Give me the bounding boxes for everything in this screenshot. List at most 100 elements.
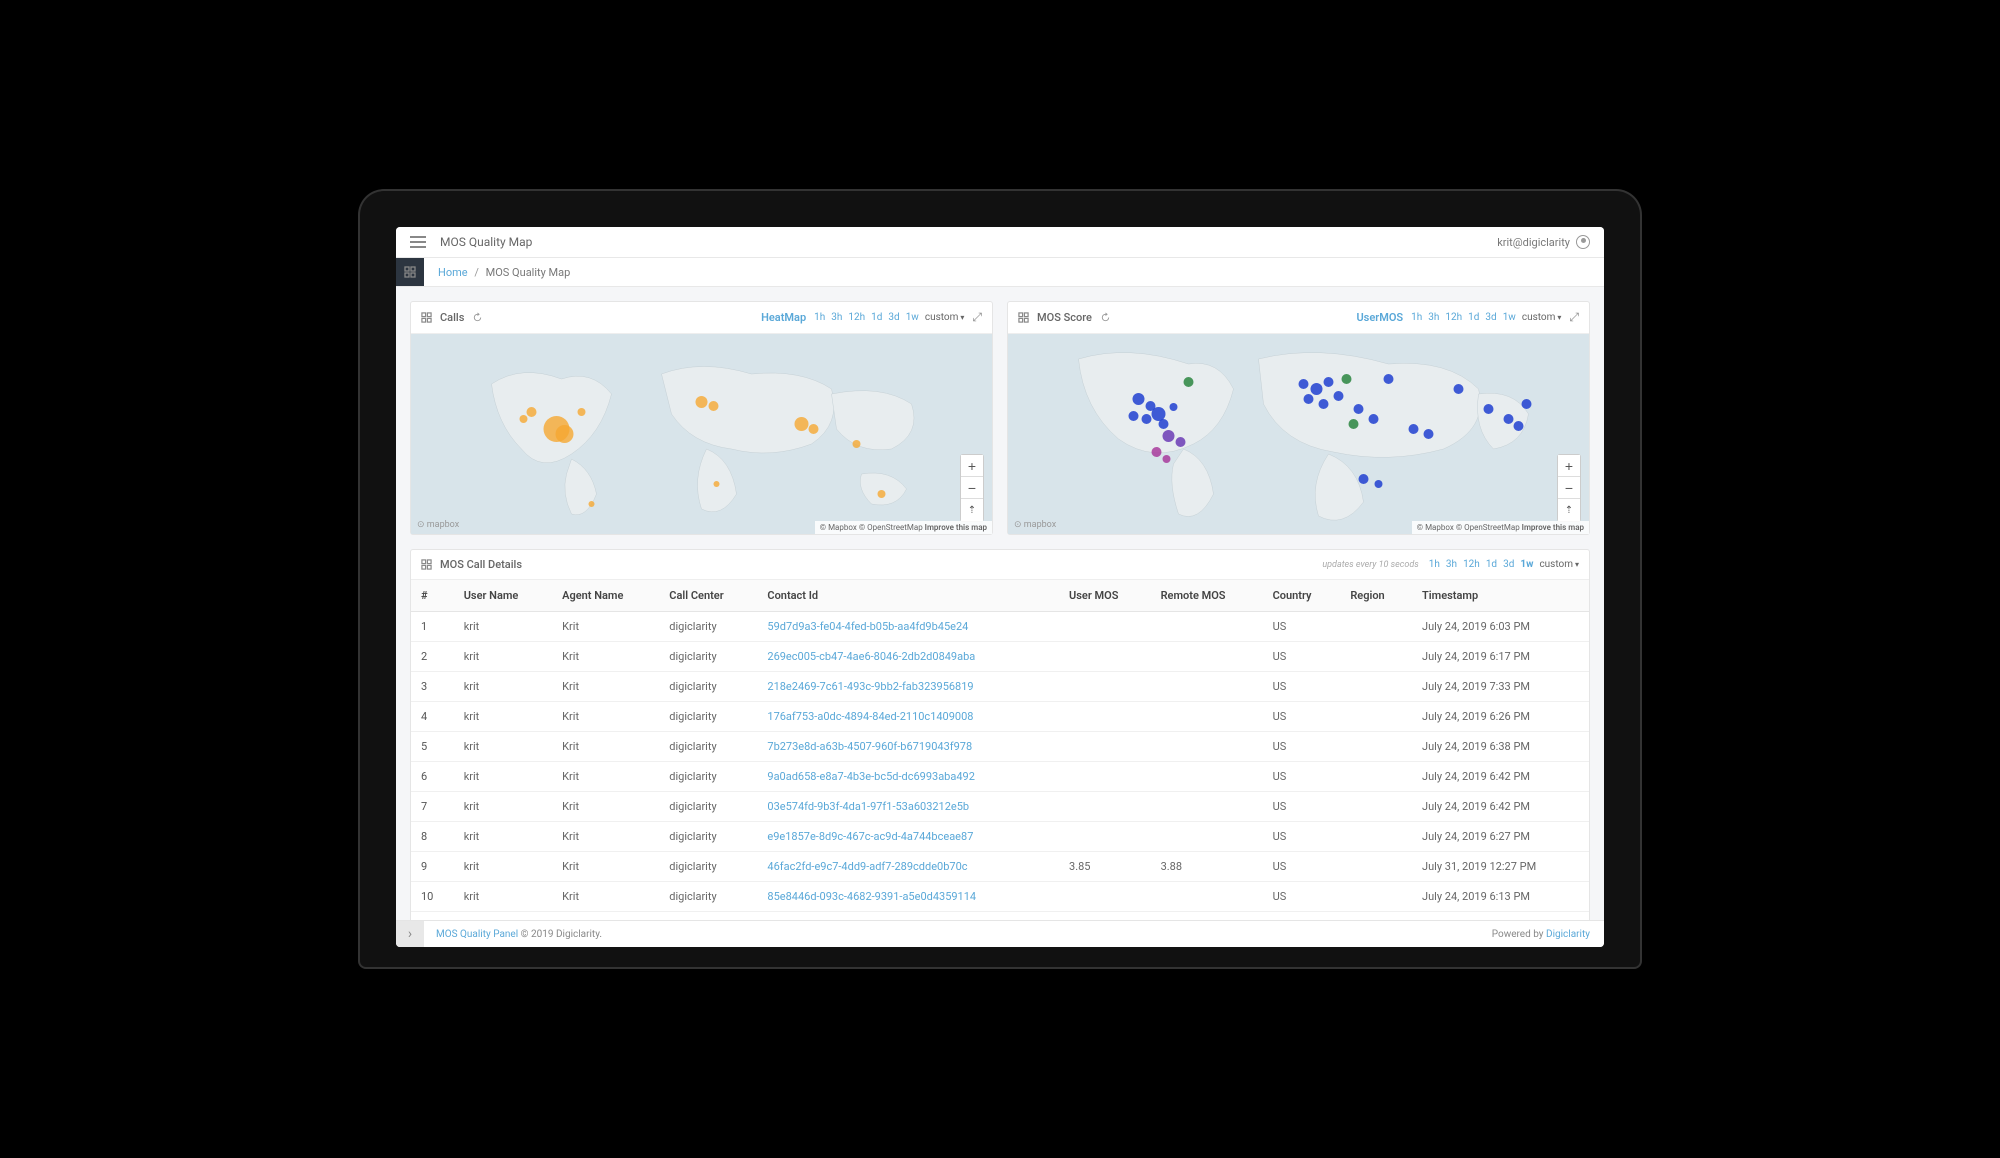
range-12h[interactable]: 12h xyxy=(1445,312,1462,323)
cell-region xyxy=(1340,672,1412,702)
calls-mode[interactable]: HeatMap xyxy=(761,311,806,324)
range-1h[interactable]: 1h xyxy=(814,312,825,323)
zoom-in-button[interactable]: + xyxy=(961,455,983,477)
cell-num: 3 xyxy=(411,672,454,702)
powered-by-link[interactable]: Digiclarity xyxy=(1546,929,1590,940)
cell-rmos xyxy=(1151,732,1263,762)
range-1w[interactable]: 1w xyxy=(1520,559,1533,570)
col-region[interactable]: Region xyxy=(1340,580,1412,612)
table-row[interactable]: 9kritKritdigiclarity46fac2fd-e9c7-4dd9-a… xyxy=(411,852,1589,882)
contact-link[interactable]: 59d7d9a3-fe04-4fed-b05b-aa4fd9b45e24 xyxy=(767,620,968,633)
range-3h[interactable]: 3h xyxy=(831,312,842,323)
cell-center: digiclarity xyxy=(659,732,757,762)
table-row[interactable]: 3kritKritdigiclarity218e2469-7c61-493c-9… xyxy=(411,672,1589,702)
cell-num: 4 xyxy=(411,702,454,732)
table-row[interactable]: 10kritKritdigiclarity85e8446d-093c-4682-… xyxy=(411,882,1589,912)
range-custom[interactable]: custom xyxy=(1539,559,1579,570)
contact-link[interactable]: 218e2469-7c61-493c-9bb2-fab323956819 xyxy=(767,680,973,693)
range-1d[interactable]: 1d xyxy=(871,312,882,323)
map-zoom-controls: + − ⇡ xyxy=(1557,454,1581,522)
table-row[interactable]: 6kritKritdigiclarity9a0ad658-e8a7-4b3e-b… xyxy=(411,762,1589,792)
range-1h[interactable]: 1h xyxy=(1429,559,1440,570)
sidebar-toggle[interactable] xyxy=(396,258,424,286)
cell-ts: July 24, 2019 6:03 PM xyxy=(1412,612,1589,642)
cell-center: digiclarity xyxy=(659,642,757,672)
improve-map-link[interactable]: Improve this map xyxy=(1522,523,1584,532)
range-1h[interactable]: 1h xyxy=(1411,312,1422,323)
attr-osm[interactable]: © OpenStreetMap xyxy=(1456,523,1520,532)
table-row[interactable]: 4kritKritdigiclarity176af753-a0dc-4894-8… xyxy=(411,702,1589,732)
cell-contact: 7b273e8d-a63b-4507-960f-b6719043f978 xyxy=(757,732,1059,762)
table-title: MOS Call Details xyxy=(440,558,522,571)
compass-button[interactable]: ⇡ xyxy=(1558,499,1580,521)
range-3h[interactable]: 3h xyxy=(1446,559,1457,570)
range-1w[interactable]: 1w xyxy=(1503,312,1516,323)
col-ts[interactable]: Timestamp xyxy=(1412,580,1589,612)
range-custom[interactable]: custom xyxy=(925,312,965,323)
contact-link[interactable]: 85e8446d-093c-4682-9391-a5e0d4359114 xyxy=(767,890,976,903)
contact-link[interactable]: 03e574fd-9b3f-4da1-97f1-53a603212e5b xyxy=(767,800,969,813)
calls-map[interactable]: mapbox + − ⇡ © Mapbox © OpenStreetMap Im… xyxy=(411,334,992,534)
contact-link[interactable]: e9e1857e-8d9c-467c-ac9d-4a744bceae87 xyxy=(767,830,973,843)
compass-button[interactable]: ⇡ xyxy=(961,499,983,521)
user-menu[interactable]: krit@digiclarity xyxy=(1497,235,1590,249)
table-row[interactable]: 2kritKritdigiclarity269ec005-cb47-4ae6-8… xyxy=(411,642,1589,672)
attr-mapbox[interactable]: © Mapbox xyxy=(1417,523,1454,532)
table-row[interactable]: 1kritKritdigiclarity59d7d9a3-fe04-4fed-b… xyxy=(411,612,1589,642)
cell-center: digiclarity xyxy=(659,762,757,792)
topbar: MOS Quality Map krit@digiclarity xyxy=(396,227,1604,258)
contact-link[interactable]: 46fac2fd-e9c7-4dd9-adf7-289cdde0b70c xyxy=(767,860,967,873)
refresh-icon[interactable] xyxy=(1100,312,1111,323)
refresh-icon[interactable] xyxy=(472,312,483,323)
table-row[interactable]: 7kritKritdigiclarity03e574fd-9b3f-4da1-9… xyxy=(411,792,1589,822)
range-1d[interactable]: 1d xyxy=(1486,559,1497,570)
expand-icon[interactable]: ⤢ xyxy=(972,310,982,325)
expand-icon[interactable]: ⤢ xyxy=(1569,310,1579,325)
footer-toggle[interactable] xyxy=(396,921,424,947)
contact-link[interactable]: 269ec005-cb47-4ae6-8046-2db2d0849aba xyxy=(767,650,975,663)
col-country[interactable]: Country xyxy=(1263,580,1341,612)
mos-mode[interactable]: UserMOS xyxy=(1356,311,1403,324)
range-3d[interactable]: 3d xyxy=(888,312,899,323)
menu-icon[interactable] xyxy=(410,236,426,248)
range-12h[interactable]: 12h xyxy=(1463,559,1480,570)
table-row[interactable]: 8kritKritdigiclaritye9e1857e-8d9c-467c-a… xyxy=(411,822,1589,852)
mos-title: MOS Score xyxy=(1037,311,1092,324)
range-custom[interactable]: custom xyxy=(1522,312,1562,323)
calls-panel: Calls HeatMap 1h 3h 12h 1d 3d 1w xyxy=(410,301,993,535)
cell-agent: Krit xyxy=(552,822,659,852)
improve-map-link[interactable]: Improve this map xyxy=(925,523,987,532)
col-num[interactable]: # xyxy=(411,580,454,612)
footer-panel-link[interactable]: MOS Quality Panel xyxy=(436,929,518,940)
range-3h[interactable]: 3h xyxy=(1428,312,1439,323)
cell-country: US xyxy=(1263,612,1341,642)
contact-link[interactable]: 9a0ad658-e8a7-4b3e-bc5d-dc6993aba492 xyxy=(767,770,975,783)
cell-contact: 269ec005-cb47-4ae6-8046-2db2d0849aba xyxy=(757,642,1059,672)
cell-country: US xyxy=(1263,792,1341,822)
cell-user: krit xyxy=(454,672,552,702)
range-3d[interactable]: 3d xyxy=(1485,312,1496,323)
col-umos[interactable]: User MOS xyxy=(1059,580,1151,612)
col-rmos[interactable]: Remote MOS xyxy=(1151,580,1263,612)
range-1d[interactable]: 1d xyxy=(1468,312,1479,323)
mos-map[interactable]: mapbox + − ⇡ © Mapbox © OpenStreetMap Im… xyxy=(1008,334,1589,534)
breadcrumb-home[interactable]: Home xyxy=(438,266,468,279)
col-contact[interactable]: Contact Id xyxy=(757,580,1059,612)
range-3d[interactable]: 3d xyxy=(1503,559,1514,570)
attr-osm[interactable]: © OpenStreetMap xyxy=(859,523,923,532)
range-12h[interactable]: 12h xyxy=(848,312,865,323)
contact-link[interactable]: 7b273e8d-a63b-4507-960f-b6719043f978 xyxy=(767,740,972,753)
zoom-in-button[interactable]: + xyxy=(1558,455,1580,477)
footer: MOS Quality Panel © 2019 Digiclarity. Po… xyxy=(396,920,1604,947)
range-1w[interactable]: 1w xyxy=(906,312,919,323)
zoom-out-button[interactable]: − xyxy=(961,477,983,499)
contact-link[interactable]: 176af753-a0dc-4894-84ed-2110c1409008 xyxy=(767,710,973,723)
col-user[interactable]: User Name xyxy=(454,580,552,612)
table-row[interactable]: 5kritKritdigiclarity7b273e8d-a63b-4507-9… xyxy=(411,732,1589,762)
cell-num: 1 xyxy=(411,612,454,642)
cell-region xyxy=(1340,612,1412,642)
attr-mapbox[interactable]: © Mapbox xyxy=(820,523,857,532)
col-agent[interactable]: Agent Name xyxy=(552,580,659,612)
zoom-out-button[interactable]: − xyxy=(1558,477,1580,499)
col-center[interactable]: Call Center xyxy=(659,580,757,612)
